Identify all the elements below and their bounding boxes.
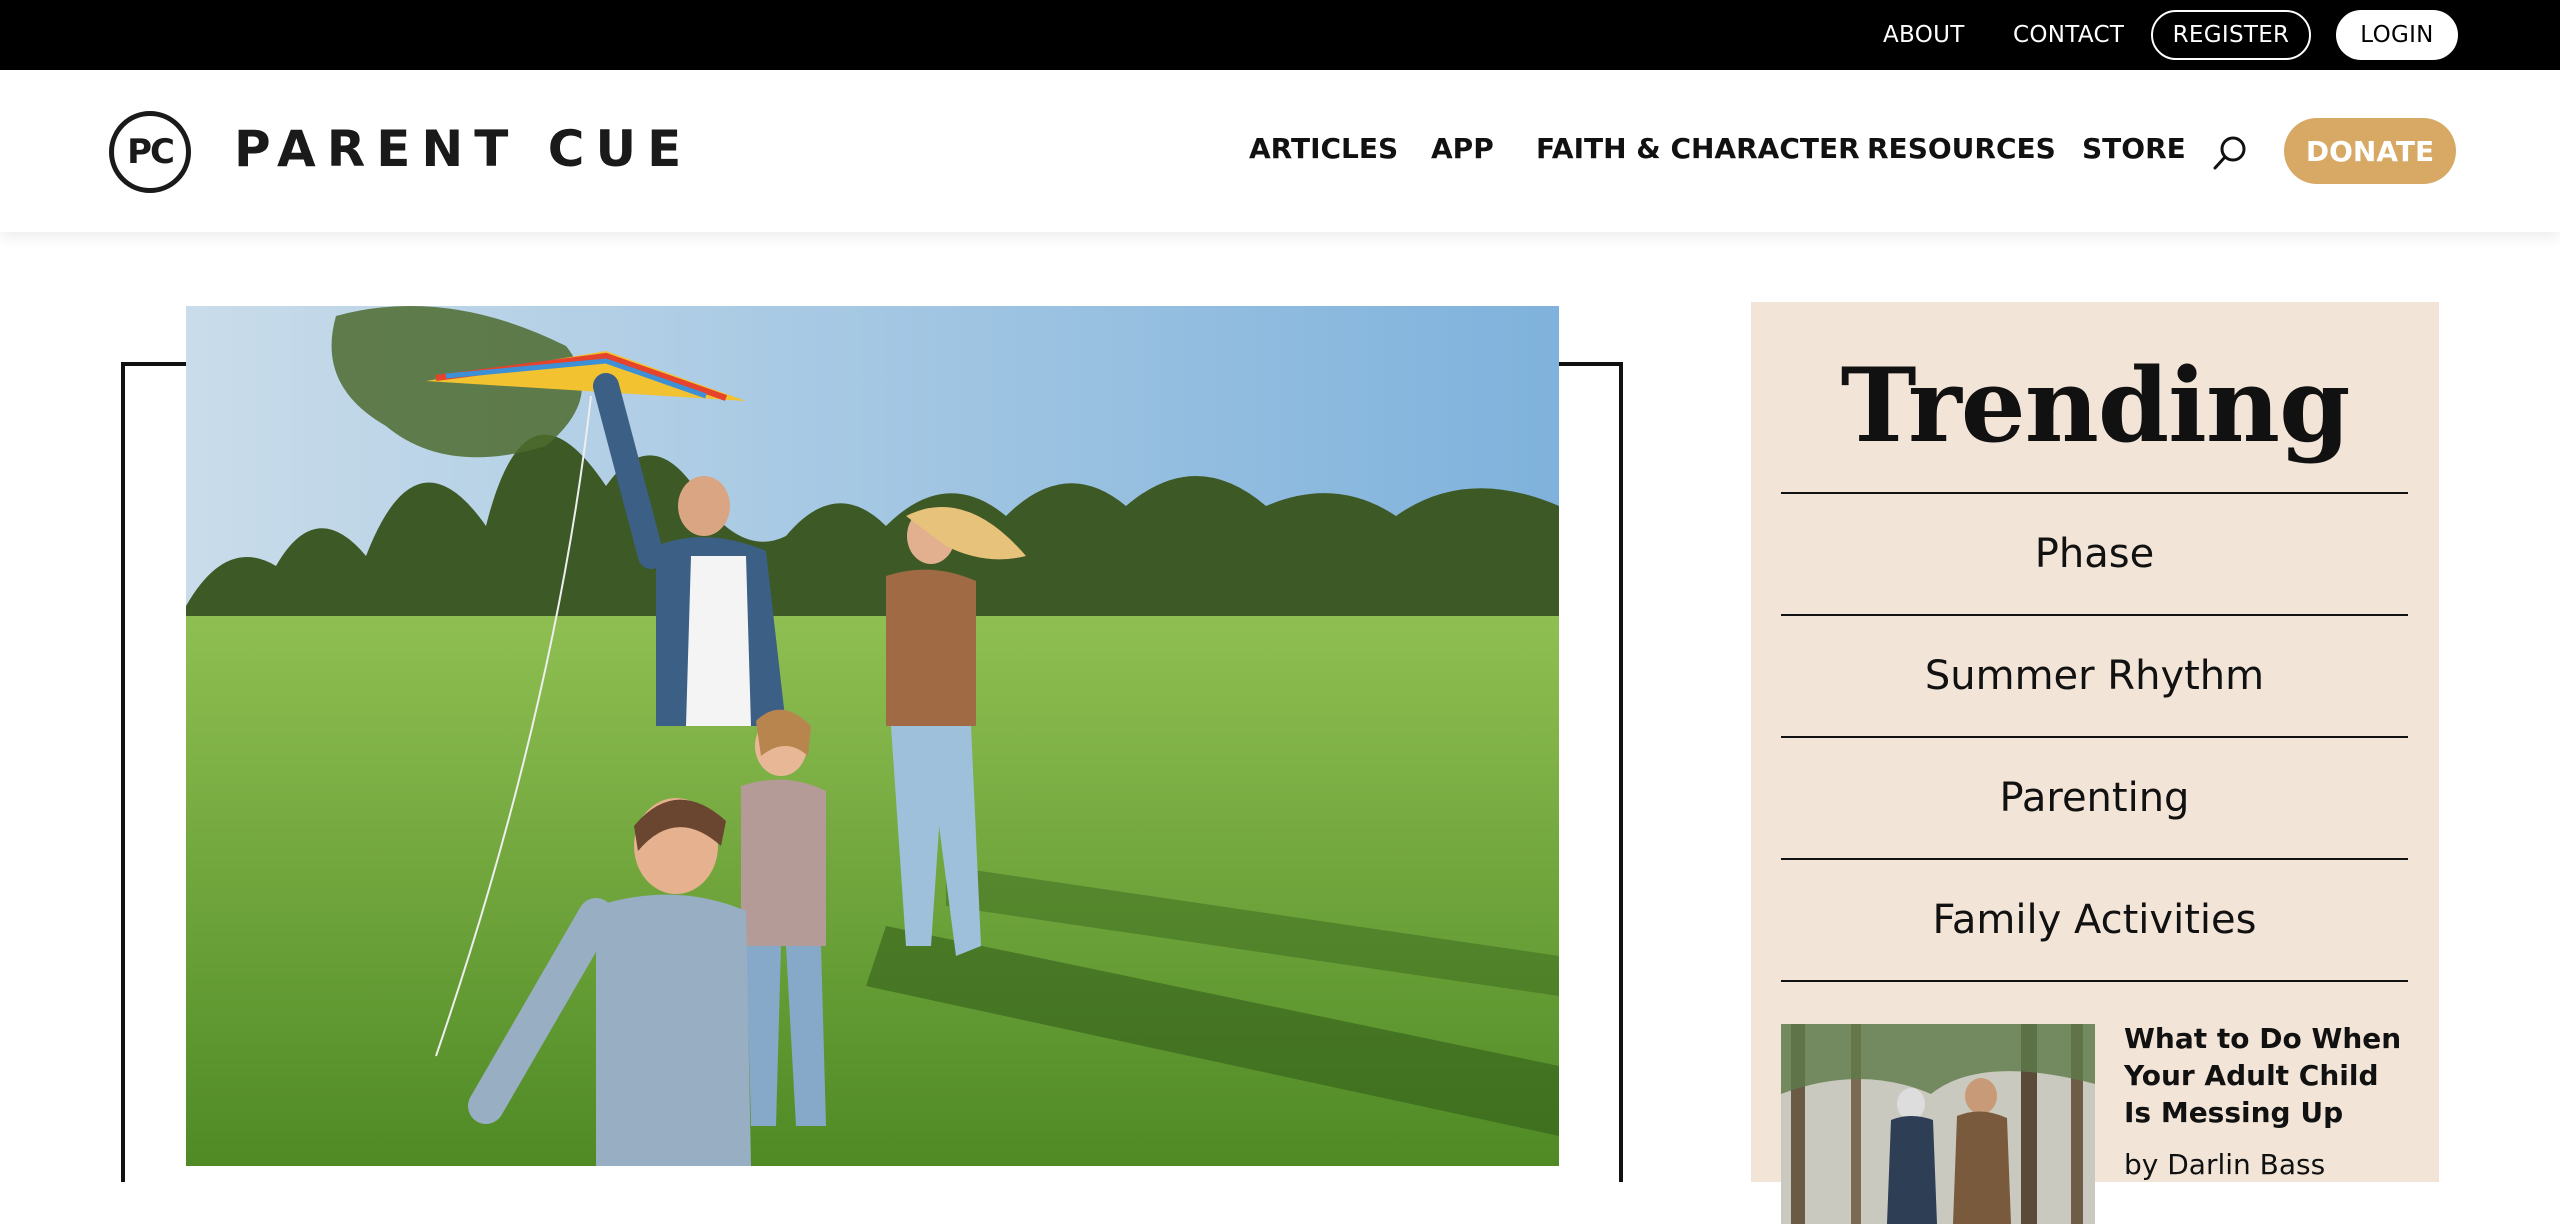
trending-title: Trending [1840,346,2351,466]
trending-topic-family-activities[interactable]: Family Activities [1781,860,2408,982]
trending-topic-parenting[interactable]: Parenting [1781,738,2408,860]
trending-topic-list: Phase Summer Rhythm Parenting Family Act… [1781,492,2408,982]
trending-topic-summer-rhythm[interactable]: Summer Rhythm [1781,616,2408,738]
hero-image[interactable] [186,306,1559,1166]
about-link[interactable]: ABOUT [1883,22,1965,48]
top-utility-bar: ABOUT CONTACT REGISTER LOGIN [0,0,2560,70]
contact-link[interactable]: CONTACT [2013,22,2124,48]
logo-mark[interactable]: PC [109,111,191,193]
trending-sidebar: Trending Phase Summer Rhythm Parenting F… [1751,302,2439,1224]
nav-app[interactable]: APP [1431,132,1494,165]
site-header: PC PARENT CUE ARTICLES APP FAITH & CHARA… [0,70,2560,232]
nav-resources[interactable]: RESOURCES [1867,132,2056,165]
register-button[interactable]: REGISTER [2151,10,2311,60]
donate-button[interactable]: DONATE [2284,118,2456,184]
nav-store[interactable]: STORE [2082,132,2186,165]
family-kite-photo [186,306,1559,1166]
article-title[interactable]: What to Do When Your Adult Child Is Mess… [2124,1020,2414,1131]
article-author: by Darlin Bass [2124,1148,2326,1181]
nav-articles[interactable]: ARTICLES [1249,132,1398,165]
article-thumbnail[interactable] [1781,1024,2095,1224]
login-button[interactable]: LOGIN [2336,10,2458,60]
nav-faith-character[interactable]: FAITH & CHARACTER [1536,132,1860,165]
forest-walk-photo [1781,1024,2095,1224]
search-icon[interactable] [2212,134,2250,172]
trending-topic-phase[interactable]: Phase [1781,494,2408,616]
logo-wordmark[interactable]: PARENT CUE [234,120,692,178]
logo-mark-text: PC [127,132,175,172]
